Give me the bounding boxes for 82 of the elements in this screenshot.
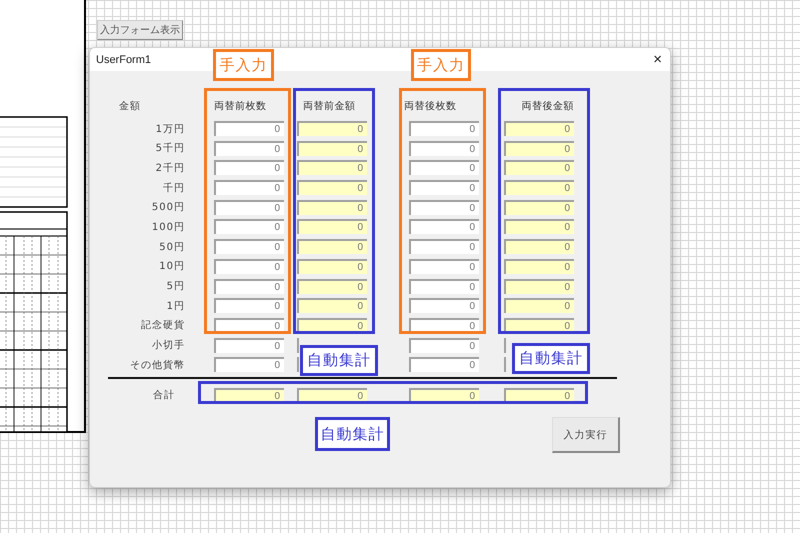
total-field[interactable]: 0: [409, 388, 479, 403]
row-label: 小切手: [151, 338, 185, 352]
number-field[interactable]: 0: [409, 200, 479, 215]
number-field[interactable]: 0: [297, 200, 367, 215]
row-label: 100円: [150, 220, 185, 234]
number-field[interactable]: 0: [297, 121, 367, 136]
number-field[interactable]: 0: [504, 180, 574, 196]
number-field[interactable]: 0: [504, 140, 574, 156]
row-label: 記念硬貨: [140, 318, 185, 332]
number-field[interactable]: 0: [214, 121, 284, 136]
number-field[interactable]: 0: [504, 239, 574, 254]
number-field[interactable]: 0: [504, 298, 574, 314]
column-header: 両替前枚数: [214, 100, 268, 112]
number-field[interactable]: 0: [297, 278, 367, 294]
row-label: 500円: [150, 201, 185, 214]
number-field[interactable]: 0: [297, 180, 367, 196]
submit-button[interactable]: 入力実行: [552, 417, 620, 454]
number-field[interactable]: 0: [297, 298, 367, 314]
total-field[interactable]: 0: [214, 388, 284, 403]
number-field[interactable]: 0: [297, 239, 367, 254]
number-field[interactable]: 0: [409, 219, 479, 234]
number-field[interactable]: 0: [504, 258, 574, 274]
row-label: その他貨幣: [129, 358, 185, 372]
annotation-label: 自動集計: [512, 343, 590, 374]
column-header: 両替後金額: [520, 100, 574, 112]
row-label: 1円: [166, 300, 185, 313]
number-field[interactable]: 0: [214, 298, 284, 314]
number-field[interactable]: 0: [409, 140, 479, 156]
total-label: 合計: [152, 388, 175, 402]
number-field[interactable]: 0: [409, 338, 479, 353]
column-header: 両替前金額: [303, 100, 356, 112]
number-field[interactable]: 0: [409, 160, 479, 176]
number-field[interactable]: 0: [297, 140, 367, 156]
number-field[interactable]: 0: [504, 219, 574, 234]
number-field[interactable]: 0: [504, 278, 574, 294]
number-field[interactable]: 0: [297, 258, 367, 274]
number-field[interactable]: 0: [214, 140, 284, 156]
annotation-label: 自動集計: [315, 417, 390, 451]
number-field[interactable]: 0: [214, 278, 284, 294]
number-field[interactable]: 0: [297, 219, 367, 234]
field-edge: [504, 338, 506, 353]
row-label: 50円: [158, 240, 185, 254]
row-label: 5千円: [154, 142, 185, 156]
total-field[interactable]: 0: [297, 388, 367, 403]
number-field[interactable]: 0: [409, 298, 479, 314]
column-header: 両替後枚数: [404, 100, 458, 112]
row-label: 2千円: [154, 162, 185, 175]
number-field[interactable]: 0: [214, 258, 284, 274]
row-label: 10円: [158, 260, 185, 274]
number-field[interactable]: 0: [214, 239, 284, 254]
number-field[interactable]: 0: [409, 239, 479, 254]
number-field[interactable]: 0: [504, 318, 574, 333]
annotation-label: 自動集計: [300, 345, 378, 376]
number-field[interactable]: 0: [214, 160, 284, 176]
number-field[interactable]: 0: [409, 318, 479, 333]
number-field[interactable]: 0: [297, 160, 367, 176]
total-field[interactable]: 0: [504, 388, 574, 403]
row-label: 千円: [162, 182, 185, 195]
window-title: UserForm1: [96, 54, 152, 66]
annotation-label: 手入力: [411, 49, 471, 81]
number-field[interactable]: 0: [214, 200, 284, 215]
number-field[interactable]: 0: [214, 318, 284, 333]
close-button[interactable]: ×: [645, 52, 670, 67]
number-field[interactable]: 0: [504, 200, 574, 215]
number-field[interactable]: 0: [409, 258, 479, 274]
number-field[interactable]: 0: [409, 357, 479, 372]
number-field[interactable]: 0: [214, 219, 284, 234]
show-form-button[interactable]: 入力フォーム表示: [97, 20, 183, 40]
number-field[interactable]: 0: [409, 121, 479, 136]
number-field[interactable]: 0: [504, 121, 574, 136]
row-label: 1万円: [154, 122, 185, 136]
number-field[interactable]: 0: [214, 338, 284, 353]
number-field[interactable]: 0: [214, 357, 284, 372]
annotation-label: 手入力: [213, 49, 274, 81]
row-label: 5円: [166, 280, 185, 293]
number-field[interactable]: 0: [409, 278, 479, 294]
number-field[interactable]: 0: [409, 180, 479, 196]
number-field[interactable]: 0: [297, 318, 367, 333]
field-edge: [504, 357, 506, 372]
column-header: 金額: [118, 100, 141, 112]
number-field[interactable]: 0: [214, 180, 284, 196]
number-field[interactable]: 0: [504, 160, 574, 176]
